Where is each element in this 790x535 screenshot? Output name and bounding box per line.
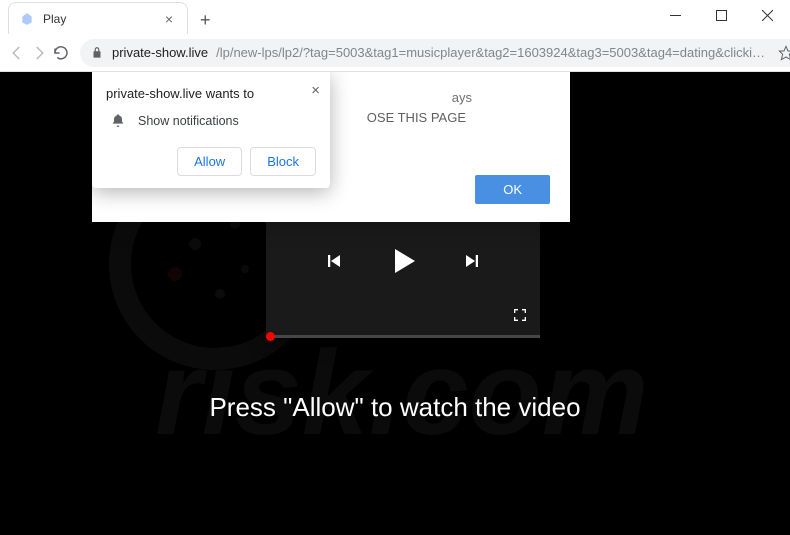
url-path: /lp/new-lps/lp2/?tag=5003&tag1=musicplay… <box>216 45 770 60</box>
bell-icon <box>110 113 126 129</box>
instruction-text: Press "Allow" to watch the video <box>0 392 790 423</box>
next-track-icon[interactable] <box>463 252 481 275</box>
lock-icon <box>90 46 104 60</box>
back-button[interactable] <box>8 38 26 68</box>
url-host: private-show.live <box>112 45 208 60</box>
fullscreen-icon[interactable] <box>512 307 528 328</box>
block-button[interactable]: Block <box>250 147 316 176</box>
prev-track-icon[interactable] <box>325 252 343 275</box>
notification-permission-prompt: private-show.live wants to × Show notifi… <box>92 72 330 188</box>
new-tab-button[interactable]: + <box>188 4 223 37</box>
allow-button[interactable]: Allow <box>177 147 242 176</box>
progress-thumb[interactable] <box>266 332 275 341</box>
maximize-button[interactable] <box>698 0 744 30</box>
reload-button[interactable] <box>52 38 70 68</box>
perm-title: private-show.live wants to <box>106 86 316 101</box>
perm-notification-row: Show notifications <box>106 113 316 129</box>
close-window-button[interactable] <box>744 0 790 30</box>
play-icon[interactable] <box>387 245 419 282</box>
progress-bar[interactable] <box>266 335 540 338</box>
url-input[interactable]: private-show.live /lp/new-lps/lp2/?tag=5… <box>80 39 790 67</box>
alert-text-line1: ays <box>452 90 472 105</box>
window-titlebar: Play × + <box>0 0 790 34</box>
browser-tab[interactable]: Play × <box>8 2 188 34</box>
minimize-button[interactable] <box>652 0 698 30</box>
window-controls <box>652 0 790 30</box>
bookmark-star-icon[interactable] <box>778 45 790 61</box>
perm-notification-label: Show notifications <box>138 114 239 128</box>
address-bar: private-show.live /lp/new-lps/lp2/?tag=5… <box>0 34 790 72</box>
tab-title: Play <box>43 12 161 26</box>
tab-favicon-icon <box>19 11 35 27</box>
perm-close-icon[interactable]: × <box>311 82 320 99</box>
alert-ok-button[interactable]: OK <box>475 175 550 204</box>
forward-button[interactable] <box>30 38 48 68</box>
page-content: PC risk.com ays OSE THIS PAGE OK private… <box>0 72 790 535</box>
tab-close-icon[interactable]: × <box>161 11 177 27</box>
alert-text-line2: OSE THIS PAGE <box>367 110 466 125</box>
